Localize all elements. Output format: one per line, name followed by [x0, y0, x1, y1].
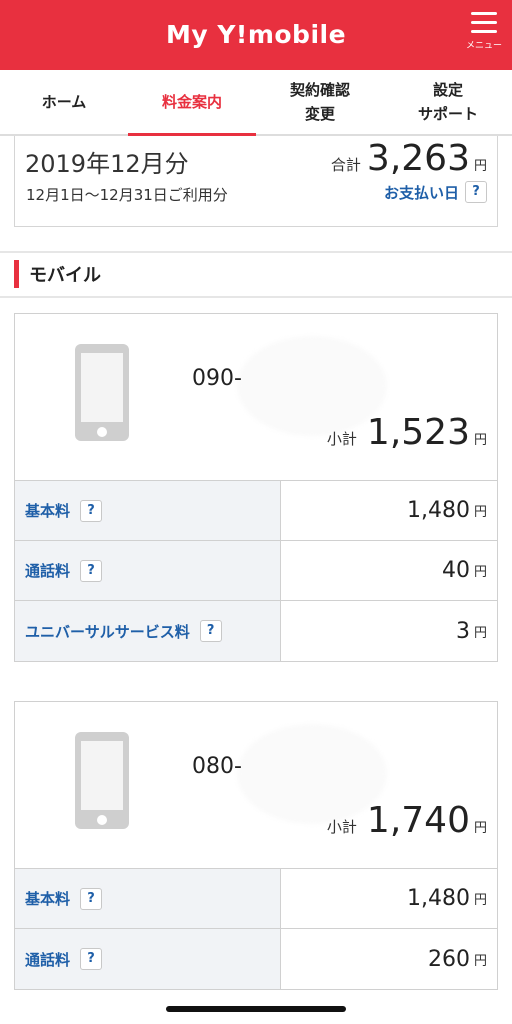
- charge-value: 260: [427, 946, 470, 972]
- app-header: My Y!mobile メニュー: [0, 0, 512, 70]
- section-accent-bar: [14, 260, 19, 288]
- charge-row: ユニバーサルサービス料? 3円: [15, 601, 497, 661]
- charge-value: 1,480: [407, 498, 470, 523]
- help-icon[interactable]: ?: [199, 620, 222, 642]
- tab-contract[interactable]: 契約確認 変更: [256, 70, 384, 134]
- subtotal-label: 小計: [326, 430, 357, 448]
- charge-label: 通話料: [25, 562, 71, 580]
- charge-row: 通話料? 260 円: [15, 929, 497, 989]
- tab-home[interactable]: ホーム: [0, 70, 128, 134]
- total-amount: 合計 3,263 円: [331, 138, 487, 179]
- charge-label: ユニバーサルサービス料: [25, 622, 190, 641]
- subtotal-currency: 円: [473, 821, 487, 836]
- charge-value: 40: [441, 558, 470, 583]
- phone-number: 090-: [192, 366, 242, 391]
- line-card: 080- 小計 1,740 円 基本料? 1,480 円 通話料? 260 円: [14, 701, 498, 990]
- help-icon[interactable]: ?: [465, 181, 487, 203]
- tab-billing[interactable]: 料金案内: [128, 70, 256, 136]
- menu-button[interactable]: メニュー: [466, 12, 502, 60]
- help-icon[interactable]: ?: [80, 499, 103, 522]
- app-logo[interactable]: My Y!mobile: [0, 20, 512, 49]
- section-heading: モバイル: [14, 260, 101, 288]
- subtotal-currency: 円: [473, 433, 487, 448]
- tab-settings-support[interactable]: 設定 サポート: [384, 70, 512, 134]
- home-indicator[interactable]: [166, 1006, 346, 1012]
- subtotal: 小計 1,523 円: [327, 412, 487, 453]
- subtotal-value: 1,740: [366, 800, 470, 841]
- help-icon[interactable]: ?: [80, 559, 103, 582]
- charge-row: 通話料? 40 円: [15, 541, 497, 601]
- charge-currency: 円: [473, 953, 487, 969]
- charge-currency: 円: [473, 565, 487, 580]
- menu-label: メニュー: [466, 41, 503, 51]
- phone-number: 080-: [192, 754, 242, 779]
- charge-currency: 円: [473, 625, 487, 641]
- smartphone-icon: [75, 732, 129, 829]
- section-title: モバイル: [29, 265, 101, 286]
- smartphone-icon: [75, 344, 129, 441]
- line-header: 090- 小計 1,523 円: [15, 314, 497, 481]
- charge-row: 基本料? 1,480 円: [15, 481, 497, 541]
- charge-value: 3: [455, 618, 470, 644]
- line-header: 080- 小計 1,740 円: [15, 702, 497, 869]
- total-value: 3,263: [366, 138, 470, 179]
- billing-month: 2019年12月分: [25, 150, 189, 178]
- nav-tabs: ホーム 料金案内 契約確認 変更 設定 サポート: [0, 70, 512, 136]
- help-icon[interactable]: ?: [80, 887, 103, 910]
- divider: [0, 251, 512, 253]
- total-label: 合計: [330, 156, 361, 174]
- subtotal: 小計 1,740 円: [327, 800, 487, 841]
- charge-currency: 円: [473, 505, 487, 520]
- payment-date-label[interactable]: お支払い日: [384, 182, 459, 203]
- charge-currency: 円: [473, 893, 487, 908]
- charge-label: 基本料: [25, 890, 71, 908]
- hamburger-icon: [471, 12, 497, 34]
- subtotal-value: 1,523: [366, 412, 470, 453]
- charge-label: 通話料: [25, 950, 71, 969]
- billing-period: 12月1日〜12月31日ご利用分: [26, 186, 228, 204]
- payment-date-link[interactable]: お支払い日 ?: [384, 181, 487, 203]
- charge-value: 1,480: [407, 886, 470, 911]
- help-icon[interactable]: ?: [80, 948, 103, 970]
- charge-label: 基本料: [25, 502, 71, 520]
- billing-summary: 2019年12月分 12月1日〜12月31日ご利用分 合計 3,263 円 お支…: [14, 136, 498, 227]
- total-currency: 円: [473, 159, 487, 174]
- divider: [0, 296, 512, 298]
- line-card: 090- 小計 1,523 円 基本料? 1,480 円 通話料? 40 円 ユニバ…: [14, 313, 498, 662]
- charge-row: 基本料? 1,480 円: [15, 869, 497, 929]
- subtotal-label: 小計: [326, 818, 357, 836]
